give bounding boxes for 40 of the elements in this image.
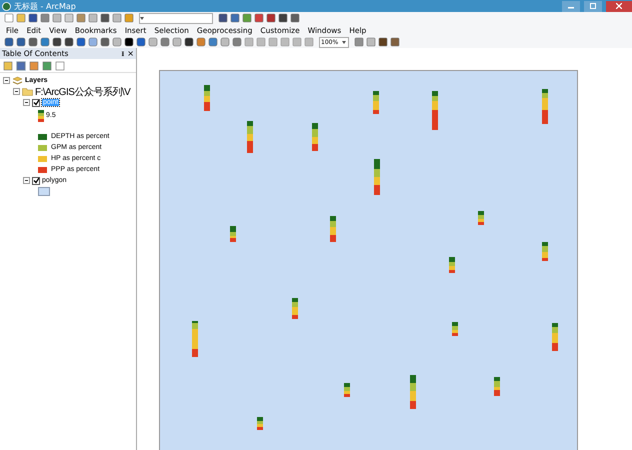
stacked-bar-symbol (410, 375, 416, 409)
polygon-symbol (38, 187, 50, 196)
collapse-toggle[interactable] (13, 88, 20, 95)
layer-checkbox[interactable] (32, 176, 40, 184)
stacked-bar-symbol (204, 85, 210, 111)
stacked-bar-symbol (247, 121, 253, 153)
stacked-bar-symbol (432, 91, 438, 130)
stacked-bar-symbol (494, 377, 500, 396)
collapse-toggle[interactable] (3, 77, 10, 84)
folder-icon (22, 87, 33, 96)
collapse-toggle[interactable] (23, 99, 30, 106)
layer-checkbox[interactable] (32, 98, 40, 106)
maximize-icon (590, 3, 596, 9)
window-title: 无标题 - ArcMap (14, 0, 76, 12)
stacked-bar-symbol (452, 322, 458, 336)
stacked-bar-symbol (312, 123, 318, 151)
stacked-bar-symbol (257, 417, 263, 430)
close-button[interactable] (606, 0, 632, 12)
stacked-bar-symbol (542, 89, 548, 124)
stacked-bar-symbol (192, 321, 198, 357)
stacked-bar-symbol (373, 91, 379, 114)
stacked-bar-symbol (374, 159, 380, 195)
pin-button[interactable]: ᵻ (121, 50, 124, 58)
stacked-bar-symbol-icon (38, 110, 44, 122)
stacked-bar-symbol (330, 216, 336, 242)
scale-field[interactable] (139, 12, 213, 24)
stacked-bar-symbol (552, 323, 558, 351)
collapse-toggle[interactable] (23, 177, 30, 184)
minimize-button[interactable] (562, 0, 580, 12)
stacked-bar-symbol (542, 242, 548, 261)
stacked-bar-symbol (449, 257, 455, 273)
layers-icon (12, 76, 23, 85)
maximize-button[interactable] (584, 0, 602, 12)
stacked-bar-symbol (478, 211, 484, 225)
close-button[interactable]: × (127, 50, 134, 58)
folder-path-label[interactable]: F:\ArcGIS公众号系列\V (35, 84, 130, 98)
stacked-bar-symbol (344, 383, 350, 397)
stacked-bar-symbol (230, 226, 236, 242)
close-icon (616, 3, 622, 9)
stacked-bar-symbol (292, 298, 298, 319)
